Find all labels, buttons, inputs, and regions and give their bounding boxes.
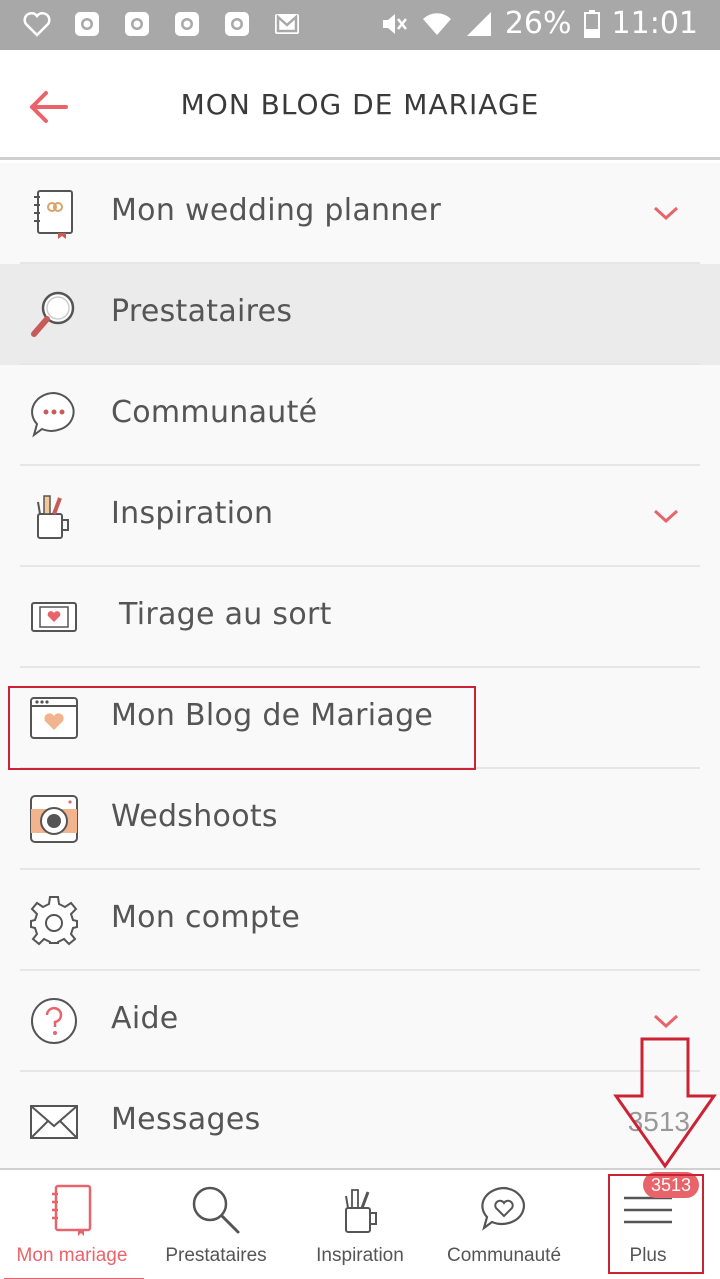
camera-icon [30,795,78,843]
menu-item-wedshoots[interactable]: Wedshoots [0,769,720,870]
tab-label: Mon mariage [16,1245,128,1266]
down-arrow-annotation-icon [613,1037,717,1169]
tab-communaute[interactable]: Communauté [432,1170,576,1279]
heart-bubble-icon [481,1186,525,1231]
menu-item-label: Tirage au sort [119,597,332,632]
paint-cup-icon [37,495,69,539]
menu-item-label: Communauté [111,395,318,430]
wifi-icon [422,12,451,35]
page-title: MON BLOG DE MARIAGE [180,88,540,121]
menu-item-label: Messages [111,1102,261,1137]
tab-mon-mariage[interactable]: Mon mariage [0,1170,144,1279]
menu-item-label: Mon compte [111,900,301,935]
chevron-down-icon[interactable] [652,1011,680,1031]
menu-item-label: Aide [111,1001,179,1036]
chat-bubble-icon [31,391,75,438]
side-menu: Mon wedding planner Prestataires Communa… [0,163,720,1168]
gear-icon [30,896,78,946]
menu-item-wedding-planner[interactable]: Mon wedding planner [0,163,720,264]
battery-icon [583,9,600,38]
tab-prestataires[interactable]: Prestataires [144,1170,288,1279]
signal-icon [466,11,491,36]
instagram-icon [75,12,99,36]
gmail-icon [275,14,299,34]
instagram-icon [175,12,199,36]
help-icon [31,998,77,1044]
search-icon [192,1186,240,1234]
menu-item-label: Inspiration [111,496,274,531]
envelope-icon [30,1105,78,1139]
tab-inspiration[interactable]: Inspiration [288,1170,432,1279]
menu-item-prestataires[interactable]: Prestataires [0,264,720,365]
chevron-down-icon[interactable] [652,506,680,526]
menu-item-communaute[interactable]: Communauté [0,365,720,466]
planner-icon [34,190,73,239]
paint-cup-icon [345,1189,377,1233]
battery-percent: 26% [504,6,572,41]
ticket-icon [31,602,77,632]
chevron-down-icon[interactable] [652,203,680,223]
status-bar: 26% 11:01 [0,0,720,50]
tab-label: Communauté [446,1245,562,1266]
selection-highlight-box [8,686,476,770]
menu-item-mon-compte[interactable]: Mon compte [0,870,720,971]
instagram-icon [125,12,149,36]
mute-icon [382,13,407,34]
heart-outline-icon [23,11,51,37]
instagram-icon [225,12,249,36]
tab-label: Inspiration [316,1245,404,1266]
menu-item-label: Mon wedding planner [111,193,442,228]
menu-item-inspiration[interactable]: Inspiration [0,466,720,567]
menu-item-label: Prestataires [111,294,293,329]
notebook-icon [52,1184,92,1236]
plus-highlight-box [608,1174,704,1274]
menu-item-label: Wedshoots [111,799,278,834]
clock: 11:01 [611,6,698,41]
menu-item-tirage-au-sort[interactable]: Tirage au sort [0,567,720,668]
magnifier-icon [31,291,75,337]
app-bar: MON BLOG DE MARIAGE [0,50,720,160]
tab-label: Prestataires [165,1245,267,1266]
